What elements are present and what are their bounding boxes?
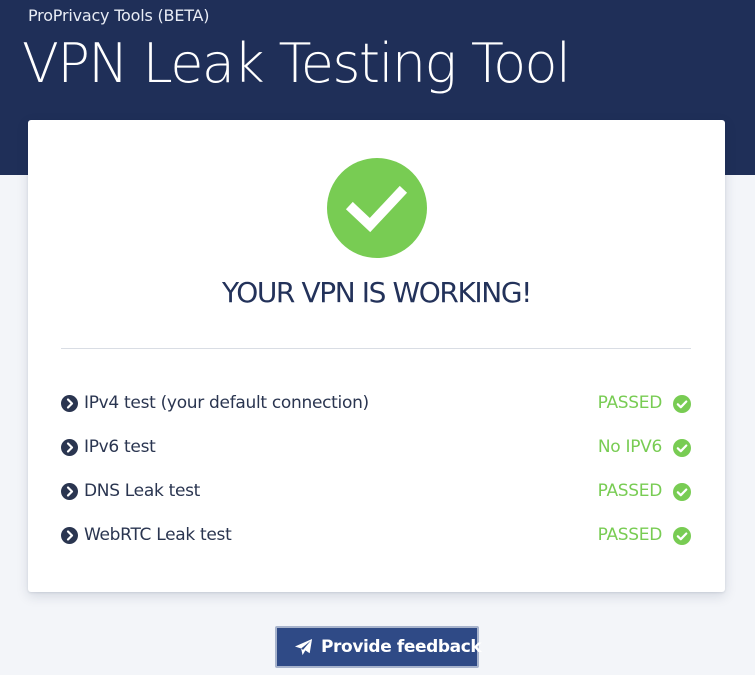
test-name[interactable]: WebRTC Leak test: [84, 525, 232, 545]
check-circle-icon: [673, 439, 691, 457]
test-name[interactable]: IPv6 test: [84, 437, 156, 457]
brand-label: ProPrivacy Tools (BETA): [28, 6, 210, 25]
check-circle-icon: [327, 158, 427, 258]
check-circle-icon: [673, 527, 691, 545]
test-row-dns[interactable]: DNS Leak test PASSED: [61, 471, 691, 515]
test-status: PASSED: [597, 525, 663, 545]
test-status: PASSED: [597, 481, 663, 501]
provide-feedback-label: Provide feedback: [321, 637, 482, 657]
provide-feedback-button[interactable]: Provide feedback: [275, 626, 482, 668]
test-row-webrtc[interactable]: WebRTC Leak test PASSED: [61, 515, 691, 559]
test-status: No IPV6: [597, 437, 662, 457]
chevron-right-circle-icon[interactable]: [61, 395, 78, 412]
check-circle-icon: [673, 395, 691, 413]
status-heading: YOUR VPN IS WORKING!: [222, 276, 532, 309]
test-status: PASSED: [597, 393, 663, 413]
divider: [61, 348, 691, 349]
test-row-ipv6[interactable]: IPv6 test No IPV6: [61, 427, 691, 471]
result-card: YOUR VPN IS WORKING! IPv4 test (your def…: [28, 120, 725, 592]
chevron-right-circle-icon[interactable]: [61, 439, 78, 456]
test-name[interactable]: DNS Leak test: [84, 481, 200, 501]
test-name[interactable]: IPv4 test (your default connection): [84, 393, 369, 413]
chevron-right-circle-icon[interactable]: [61, 483, 78, 500]
chevron-right-circle-icon[interactable]: [61, 527, 78, 544]
test-list: IPv4 test (your default connection) PASS…: [61, 383, 691, 559]
paper-plane-icon: [294, 638, 313, 656]
check-circle-icon: [673, 483, 691, 501]
page-title: VPN Leak Testing Tool: [22, 32, 571, 95]
test-row-ipv4[interactable]: IPv4 test (your default connection) PASS…: [61, 383, 691, 427]
